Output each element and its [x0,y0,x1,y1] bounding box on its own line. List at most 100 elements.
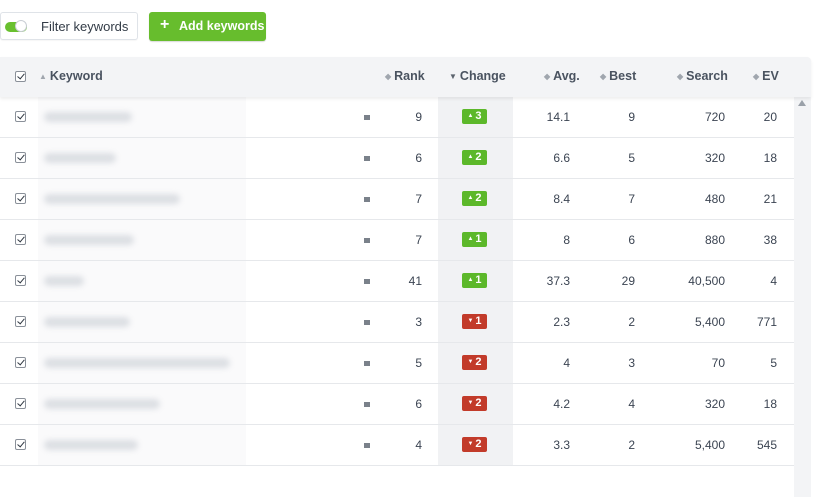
row-checkbox[interactable] [15,316,26,327]
best-cell: 5 [628,151,635,165]
column-avg[interactable]: ◆ Avg. [544,69,580,83]
table-row[interactable]: 4 3.3 2 5,400 545 ▼ 2 [0,425,794,466]
change-value: 2 [475,192,482,204]
ev-cell: 18 [763,151,777,165]
rank-cell: 3 [415,315,422,329]
rank-cell: 5 [415,356,422,370]
keyword-cell[interactable] [38,343,246,383]
best-cell: 7 [628,192,635,206]
rank-chart-icon[interactable] [364,238,370,243]
column-best[interactable]: ◆ Best [600,69,636,83]
search-cell: 320 [704,151,725,165]
keyword-cell[interactable] [38,261,246,301]
rank-chart-icon[interactable] [364,115,370,120]
table-row[interactable]: 41 37.3 29 40,500 4 ▲ 1 [0,261,794,302]
keyword-cell[interactable] [38,138,246,178]
avg-cell: 8.4 [553,192,570,206]
add-keywords-label: Add keywords [179,19,265,33]
rank-chart-icon[interactable] [364,156,370,161]
keyword-cell[interactable] [38,384,246,424]
ev-cell: 545 [756,438,777,452]
table-row[interactable]: 5 4 3 70 5 ▼ 2 [0,343,794,384]
rank-chart-icon[interactable] [364,402,370,407]
change-badge: ▲ 2 [462,191,487,206]
search-cell: 720 [704,110,725,124]
best-cell: 2 [628,315,635,329]
toolbar: Filter keywords + Add keywords [0,12,820,42]
best-cell: 9 [628,110,635,124]
avg-cell: 37.3 [546,274,570,288]
keyword-cell[interactable] [38,179,246,219]
table-row[interactable]: 7 8 6 880 38 ▲ 1 [0,220,794,261]
row-checkbox[interactable] [15,439,26,450]
search-cell: 5,400 [694,438,725,452]
rank-cell: 9 [415,110,422,124]
change-value: 2 [475,397,482,409]
keyword-cell[interactable] [38,97,246,137]
search-cell: 320 [704,397,725,411]
table-row[interactable]: 6 4.2 4 320 18 ▼ 2 [0,384,794,425]
change-badge: ▼ 2 [462,396,487,411]
keyword-redacted [44,153,116,163]
ev-cell: 18 [763,397,777,411]
change-badge: ▲ 1 [462,232,487,247]
keyword-redacted [44,235,134,245]
keyword-redacted [44,194,180,204]
keyword-cell[interactable] [38,302,246,342]
rank-cell: 7 [415,192,422,206]
select-all-checkbox[interactable] [15,71,26,82]
rank-chart-icon[interactable] [364,320,370,325]
filter-keywords-button[interactable]: Filter keywords [0,12,138,40]
add-keywords-button[interactable]: + Add keywords [149,12,266,41]
arrow-down-icon: ▼ [467,359,474,365]
rank-cell: 41 [408,274,422,288]
column-rank[interactable]: ◆ Rank [385,69,425,83]
table-row[interactable]: 9 14.1 9 720 20 ▲ 3 [0,97,794,138]
change-badge: ▼ 2 [462,355,487,370]
sort-desc-icon: ▼ [449,72,457,81]
search-cell: 880 [704,233,725,247]
column-ev[interactable]: ◆ EV [753,69,779,83]
table-row[interactable]: 6 6.6 5 320 18 ▲ 2 [0,138,794,179]
row-checkbox[interactable] [15,193,26,204]
scroll-up-arrow-icon[interactable] [798,100,806,106]
row-checkbox[interactable] [15,234,26,245]
best-cell: 3 [628,356,635,370]
arrow-up-icon: ▲ [467,236,474,242]
ev-cell: 21 [763,192,777,206]
rank-cell: 6 [415,151,422,165]
plus-icon: + [160,16,170,33]
change-value: 2 [475,356,482,368]
row-checkbox[interactable] [15,275,26,286]
avg-cell: 3.3 [553,438,570,452]
rank-chart-icon[interactable] [364,197,370,202]
search-cell: 480 [704,192,725,206]
rank-chart-icon[interactable] [364,361,370,366]
scrollbar[interactable] [794,97,811,497]
ev-cell: 5 [770,356,777,370]
table-header: ▲︎ Keyword ◆ Rank ▼ Change ◆ Avg. ◆ Best ◆ Sea… [0,57,811,97]
toggle-knob [15,20,27,32]
keyword-cell[interactable] [38,425,246,465]
rank-chart-icon[interactable] [364,279,370,284]
change-value: 2 [475,151,482,163]
column-search[interactable]: ◆ Search [677,69,728,83]
row-checkbox[interactable] [15,152,26,163]
row-checkbox[interactable] [15,398,26,409]
search-cell: 40,500 [688,274,725,288]
table-row[interactable]: 3 2.3 2 5,400 771 ▼ 1 [0,302,794,343]
keyword-redacted [44,276,84,286]
column-change[interactable]: ▼ Change [449,69,506,83]
table-row[interactable]: 7 8.4 7 480 21 ▲ 2 [0,179,794,220]
column-keyword[interactable]: ▲︎ Keyword [39,69,103,83]
rank-cell: 4 [415,438,422,452]
keyword-cell[interactable] [38,220,246,260]
row-checkbox[interactable] [15,357,26,368]
ev-cell: 4 [770,274,777,288]
filter-toggle[interactable] [5,20,27,32]
change-value: 2 [475,438,482,450]
arrow-up-icon: ▲ [467,277,474,283]
rank-chart-icon[interactable] [364,443,370,448]
row-checkbox[interactable] [15,111,26,122]
change-badge: ▲ 3 [462,109,487,124]
